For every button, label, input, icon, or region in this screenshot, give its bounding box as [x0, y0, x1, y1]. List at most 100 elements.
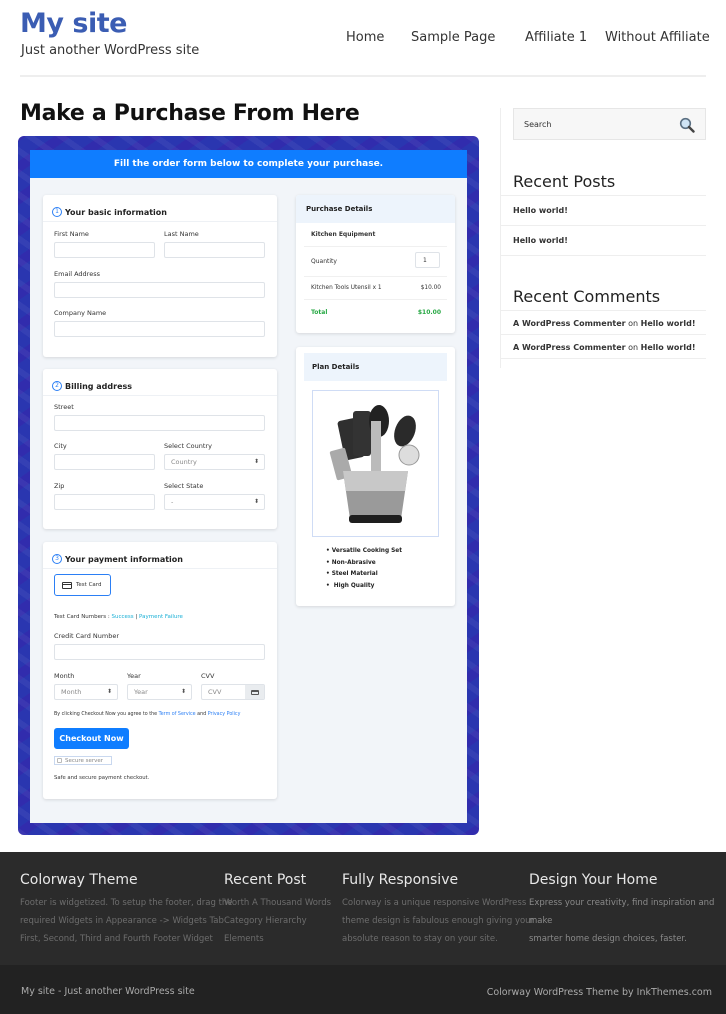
product-image: [312, 390, 439, 537]
plan-feature: • High Quality: [326, 582, 375, 589]
footer-line: Colorway is a unique responsive WordPres…: [342, 898, 527, 908]
email-input[interactable]: [54, 282, 265, 298]
comment-on: on: [625, 343, 641, 352]
plan-features-list: • Versatile Cooking Set • Non-Abrasive •…: [326, 546, 402, 592]
comment-author-link[interactable]: A WordPress Commenter: [513, 343, 626, 352]
footer-widget-title: Recent Post: [224, 872, 307, 888]
plan-feature-text: High Quality: [333, 582, 375, 589]
nav-home[interactable]: Home: [346, 30, 384, 45]
plan-feature: • Non-Abrasive: [326, 559, 376, 566]
privacy-policy-link[interactable]: Privacy Policy: [208, 712, 241, 717]
month-select[interactable]: Month: [54, 684, 118, 700]
terms-and: and: [195, 712, 208, 717]
step-2-icon: 2: [52, 381, 62, 391]
basic-info-header: 1 Your basic information: [43, 195, 277, 222]
copyright-left: My site - Just another WordPress site: [21, 986, 195, 997]
company-label: Company Name: [54, 309, 107, 317]
nav-without-affiliate[interactable]: Without Affiliate: [605, 30, 710, 45]
copyright-right[interactable]: Colorway WordPress Theme by InkThemes.co…: [487, 987, 712, 998]
footer-post-link[interactable]: Worth A Thousand Words: [224, 894, 331, 912]
basic-info-title: Your basic information: [65, 207, 167, 217]
nav-sample-page[interactable]: Sample Page: [411, 30, 495, 45]
last-name-input[interactable]: [164, 242, 265, 258]
purchase-details-title: Purchase Details: [296, 195, 455, 223]
header-divider: [20, 75, 706, 77]
payment-card: 3 Your payment information Test Card Tes…: [43, 542, 277, 799]
order-form-banner: Fill the order form below to complete yo…: [30, 150, 467, 178]
step-3-icon: 3: [52, 554, 62, 564]
quantity-input[interactable]: 1: [415, 252, 440, 268]
cvv-placeholder: CVV: [208, 688, 222, 696]
terms-prefix: By clicking Checkout Now you agree to th…: [54, 712, 159, 717]
search-icon[interactable]: [679, 117, 695, 133]
footer-widget-title: Design Your Home: [529, 872, 658, 888]
credit-card-icon: [62, 581, 72, 589]
month-select-value: Month: [61, 688, 82, 696]
year-select-value: Year: [134, 688, 148, 696]
page-title: Make a Purchase From Here: [20, 101, 360, 126]
terms-of-service-link[interactable]: Term of Service: [159, 712, 196, 717]
site-title[interactable]: My site: [20, 8, 127, 39]
terms-text: By clicking Checkout Now you agree to th…: [54, 712, 240, 717]
footer-post-link[interactable]: Elements: [224, 930, 331, 948]
comment-post-link[interactable]: Hello world!: [641, 319, 696, 328]
recent-post-link[interactable]: Hello world!: [513, 206, 568, 215]
quantity-label: Quantity: [311, 258, 337, 265]
city-label: City: [54, 442, 67, 450]
step-1-icon: 1: [52, 207, 62, 217]
zip-label: Zip: [54, 482, 65, 490]
sidebar-divider: [500, 108, 501, 368]
zip-input[interactable]: [54, 494, 155, 510]
month-label: Month: [54, 672, 75, 680]
total-label: Total: [311, 309, 328, 316]
divider: [304, 276, 447, 277]
checkout-now-button[interactable]: Checkout Now: [54, 728, 129, 749]
plan-feature-text: Non-Abrasive: [331, 559, 376, 566]
recent-posts-title: Recent Posts: [513, 172, 616, 191]
state-label: Select State: [164, 482, 204, 490]
total-value: $10.00: [417, 309, 441, 316]
country-select[interactable]: Country: [164, 454, 265, 470]
search-input[interactable]: Search: [513, 108, 706, 140]
comment-post-link[interactable]: Hello world!: [641, 343, 696, 352]
payment-title: Your payment information: [65, 554, 183, 564]
first-name-input[interactable]: [54, 242, 155, 258]
plan-feature: • Versatile Cooking Set: [326, 548, 402, 554]
test-card-option[interactable]: Test Card: [54, 574, 111, 596]
cvv-input[interactable]: CVV: [201, 684, 265, 700]
payment-failure-link[interactable]: Payment Failure: [139, 614, 183, 620]
divider: [501, 255, 706, 256]
search-placeholder: Search: [524, 120, 552, 129]
year-label: Year: [127, 672, 141, 680]
country-select-value: Country: [171, 458, 197, 466]
footer-line: smarter home design choices, faster.: [529, 934, 687, 944]
divider: [304, 246, 447, 247]
success-link[interactable]: Success: [112, 614, 134, 620]
lock-icon: [57, 758, 62, 763]
card-number-input[interactable]: [54, 644, 265, 660]
city-input[interactable]: [54, 454, 155, 470]
nav-affiliate-1[interactable]: Affiliate 1: [525, 30, 587, 45]
secure-server-badge: Secure server: [54, 756, 112, 765]
recent-comments-title: Recent Comments: [513, 287, 661, 306]
test-card-label: Test Card: [76, 582, 102, 588]
footer-post-link[interactable]: Category Hierarchy: [224, 912, 331, 930]
footer-recent-posts: Worth A Thousand Words Category Hierarch…: [224, 894, 331, 948]
footer-line: First, Second, Third and Fourth Footer W…: [20, 934, 213, 944]
plan-details-title: Plan Details: [304, 353, 447, 381]
state-select[interactable]: -: [164, 494, 265, 510]
recent-post-link[interactable]: Hello world!: [513, 236, 568, 245]
plan-feature-text: Versatile Cooking Set: [331, 548, 402, 554]
comment-author-link[interactable]: A WordPress Commenter: [513, 319, 626, 328]
recent-comment: A WordPress Commenter on Hello world!: [513, 343, 696, 352]
year-select[interactable]: Year: [127, 684, 192, 700]
plan-feature-text: Steel Material: [331, 571, 378, 577]
street-input[interactable]: [54, 415, 265, 431]
company-input[interactable]: [54, 321, 265, 337]
purchase-details-card: Purchase Details Kitchen Equipment Quant…: [296, 195, 455, 333]
divider: [304, 299, 447, 300]
country-label: Select Country: [164, 442, 212, 450]
footer-widget-text: Footer is widgetized. To setup the foote…: [20, 894, 233, 948]
divider: [501, 310, 706, 311]
divider: [501, 195, 706, 196]
